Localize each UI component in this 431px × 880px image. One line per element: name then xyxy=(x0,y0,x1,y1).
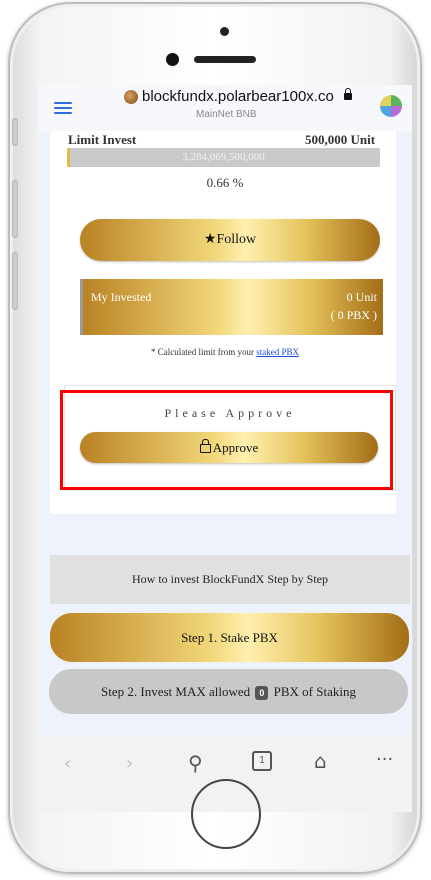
mute-switch xyxy=(12,118,18,146)
follow-button[interactable]: ★Follow xyxy=(80,219,380,261)
forward-arrow-icon[interactable]: › xyxy=(126,753,133,774)
network-label: MainNet BNB xyxy=(196,109,257,120)
front-sensor xyxy=(220,27,229,36)
home-icon[interactable]: ⌂ xyxy=(314,749,327,773)
secure-lock-icon xyxy=(344,88,352,100)
follow-label: Follow xyxy=(216,232,257,247)
progress-total-text: 3,284,069,500,000 xyxy=(182,151,265,163)
volume-up-button xyxy=(12,180,18,238)
hamburger-menu-icon[interactable] xyxy=(54,102,72,114)
step2-badge: 0 xyxy=(255,686,269,701)
tabs-count-icon[interactable]: 1 xyxy=(252,751,272,771)
earpiece-speaker xyxy=(194,56,256,63)
browser-address-bar: blockfundx.polarbear100x.co MainNet BNB xyxy=(38,85,412,131)
phone-screen: blockfundx.polarbear100x.co MainNet BNB … xyxy=(38,85,412,812)
volume-down-button xyxy=(12,252,18,310)
staked-pbx-link[interactable]: staked PBX xyxy=(256,347,299,357)
step1-label: Step 1. Stake PBX xyxy=(181,630,278,645)
site-favicon-icon xyxy=(124,90,138,104)
limit-invest-label: Limit Invest xyxy=(68,132,137,147)
step2-invest-button[interactable]: Step 2. Invest MAX allowed 0 PBX of Stak… xyxy=(49,669,408,714)
calc-note-text: * Calculated limit from your xyxy=(151,347,257,357)
wallet-avatar[interactable] xyxy=(380,95,402,117)
calculated-limit-note: * Calculated limit from your staked PBX xyxy=(38,347,412,357)
progress-percent: 0.66 % xyxy=(206,175,244,190)
search-icon[interactable]: ⚲ xyxy=(188,751,203,775)
step2-suffix: PBX of Staking xyxy=(273,684,356,699)
my-invested-panel: My Invested 0 Unit ( 0 PBX ) xyxy=(80,279,383,335)
my-invested-pbx: ( 0 PBX ) xyxy=(330,308,377,322)
url-text[interactable]: blockfundx.polarbear100x.co xyxy=(142,88,334,105)
back-arrow-icon[interactable]: ‹ xyxy=(64,753,71,774)
limit-invest-value: 500,000 Unit xyxy=(305,132,376,147)
my-invested-units: 0 Unit xyxy=(346,290,377,304)
my-invested-label: My Invested xyxy=(91,290,152,304)
how-to-invest-banner[interactable]: How to invest BlockFundX Step by Step xyxy=(50,555,410,604)
step1-stake-button[interactable]: Step 1. Stake PBX xyxy=(50,613,409,662)
star-icon: ★ xyxy=(203,232,217,247)
phone-home-button[interactable] xyxy=(191,779,261,849)
front-camera xyxy=(166,53,179,66)
more-options-icon[interactable]: ··· xyxy=(376,749,393,770)
invest-progress-bar: 3,284,069,500,000 xyxy=(67,148,380,167)
step2-prefix: Step 2. Invest MAX allowed xyxy=(101,684,251,699)
approve-highlight-box xyxy=(60,390,393,490)
